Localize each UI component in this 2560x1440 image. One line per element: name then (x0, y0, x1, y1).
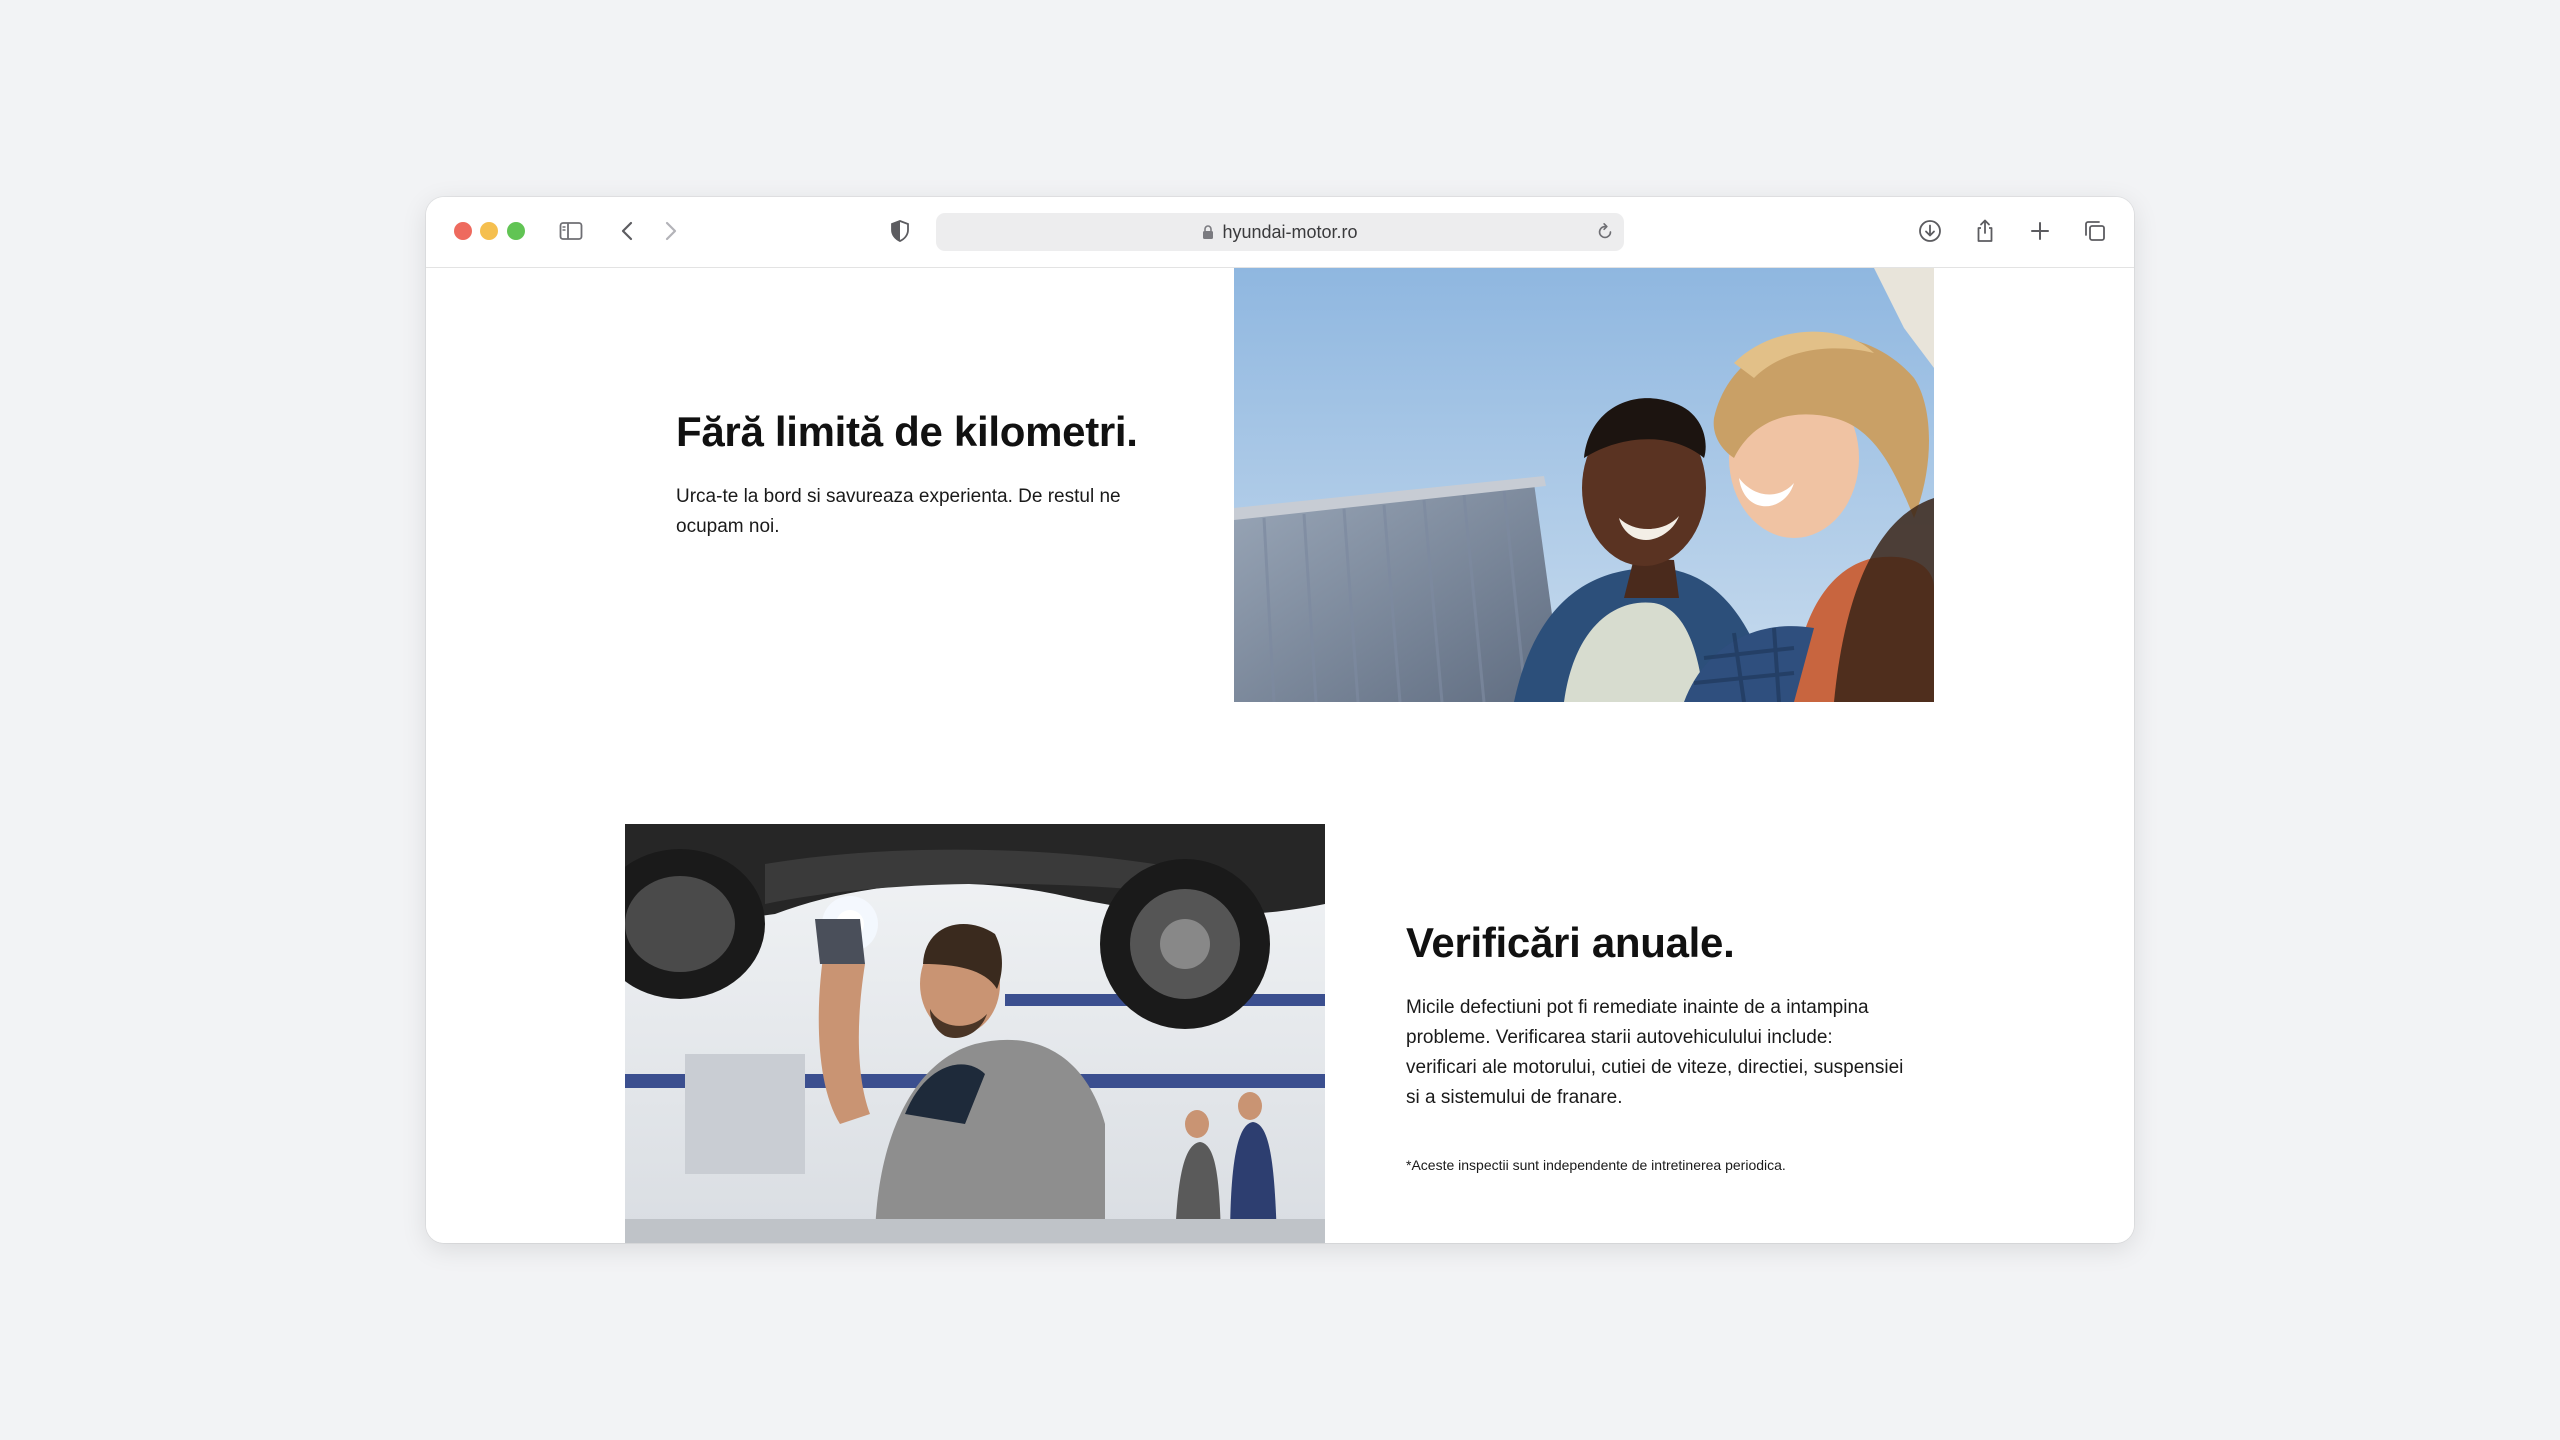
mechanic-photo (625, 824, 1325, 1243)
download-icon[interactable] (1915, 216, 1945, 246)
address-bar[interactable]: hyundai-motor.ro (936, 213, 1624, 251)
section-title-inspection: Verificări anuale. (1406, 919, 1735, 966)
zoom-window-button[interactable] (507, 222, 525, 240)
tabs-overview-icon[interactable] (2080, 216, 2110, 246)
close-window-button[interactable] (454, 222, 472, 240)
reload-icon[interactable] (1594, 221, 1616, 243)
section-footnote: *Aceste inspectii sunt independente de i… (1406, 1157, 1786, 1173)
minimize-window-button[interactable] (480, 222, 498, 240)
couple-photo (1234, 268, 1934, 702)
page-content: Fără limită de kilometri. Urca-te la bor… (426, 268, 2134, 1243)
section-title-mileage: Fără limită de kilometri. (676, 408, 1138, 455)
plus-icon[interactable] (2025, 216, 2055, 246)
browser-toolbar: hyundai-motor.ro (426, 197, 2134, 268)
lock-icon (1202, 224, 1214, 240)
browser-window: hyundai-motor.ro Fără limită de kilometr… (426, 197, 2134, 1243)
sidebar-icon[interactable] (556, 216, 586, 246)
url-text: hyundai-motor.ro (1222, 221, 1358, 242)
section-body-inspection: Micile defectiuni pot fi remediate inain… (1406, 997, 1904, 1108)
chevron-left-icon[interactable] (613, 216, 643, 246)
shield-icon[interactable] (885, 216, 915, 246)
section-body-mileage: Urca-te la bord si savureaza experienta.… (676, 486, 1121, 537)
chevron-right-icon[interactable] (655, 216, 685, 246)
share-icon[interactable] (1970, 216, 2000, 246)
